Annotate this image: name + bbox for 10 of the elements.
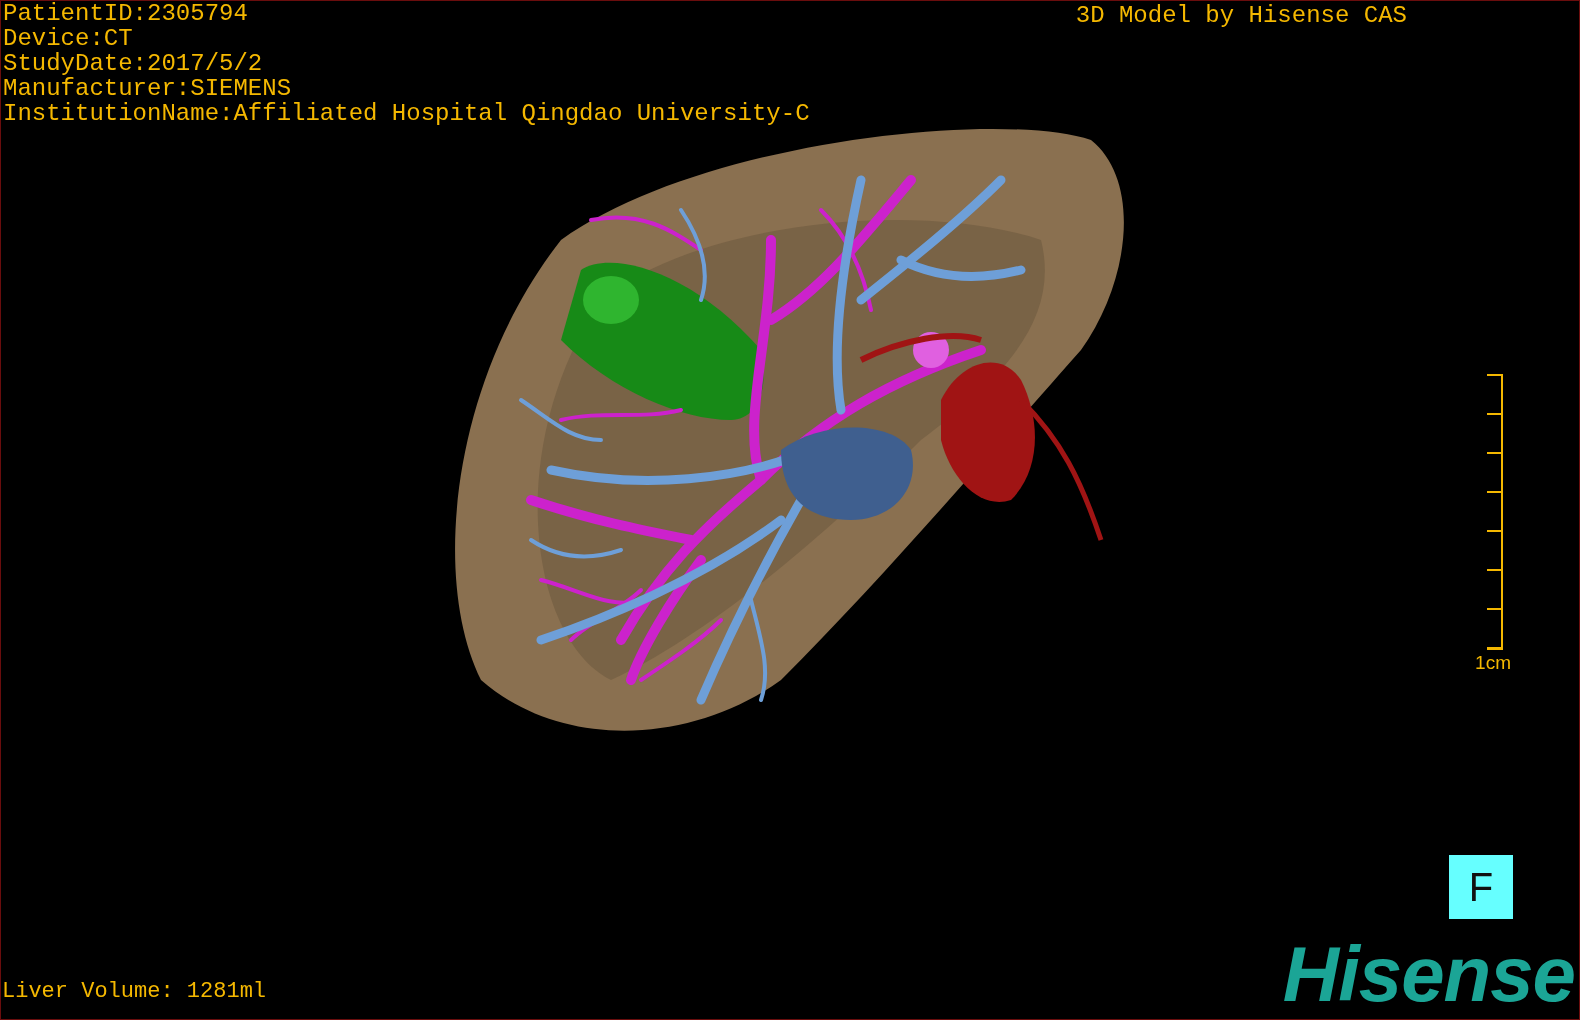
brand-logo: Hisense (1282, 939, 1575, 1009)
viewer-title: 3D Model by Hisense CAS (1075, 1, 1407, 31)
scale-bar-label: 1cm (1475, 652, 1511, 674)
study-info-line: InstitutionName:Affiliated Hospital Qingdao University-C (3, 101, 810, 126)
orientation-button[interactable]: F (1449, 855, 1513, 919)
study-info-line: PatientID:2305794 (3, 1, 249, 26)
study-info-line: StudyDate:2017/5/2 (3, 51, 264, 76)
liver-volume-text: Liver Volume: 1281ml (1, 979, 267, 1005)
study-info-line: Manufacturer:SIEMENS (3, 76, 293, 101)
study-info-line: Device:CT (3, 26, 134, 51)
